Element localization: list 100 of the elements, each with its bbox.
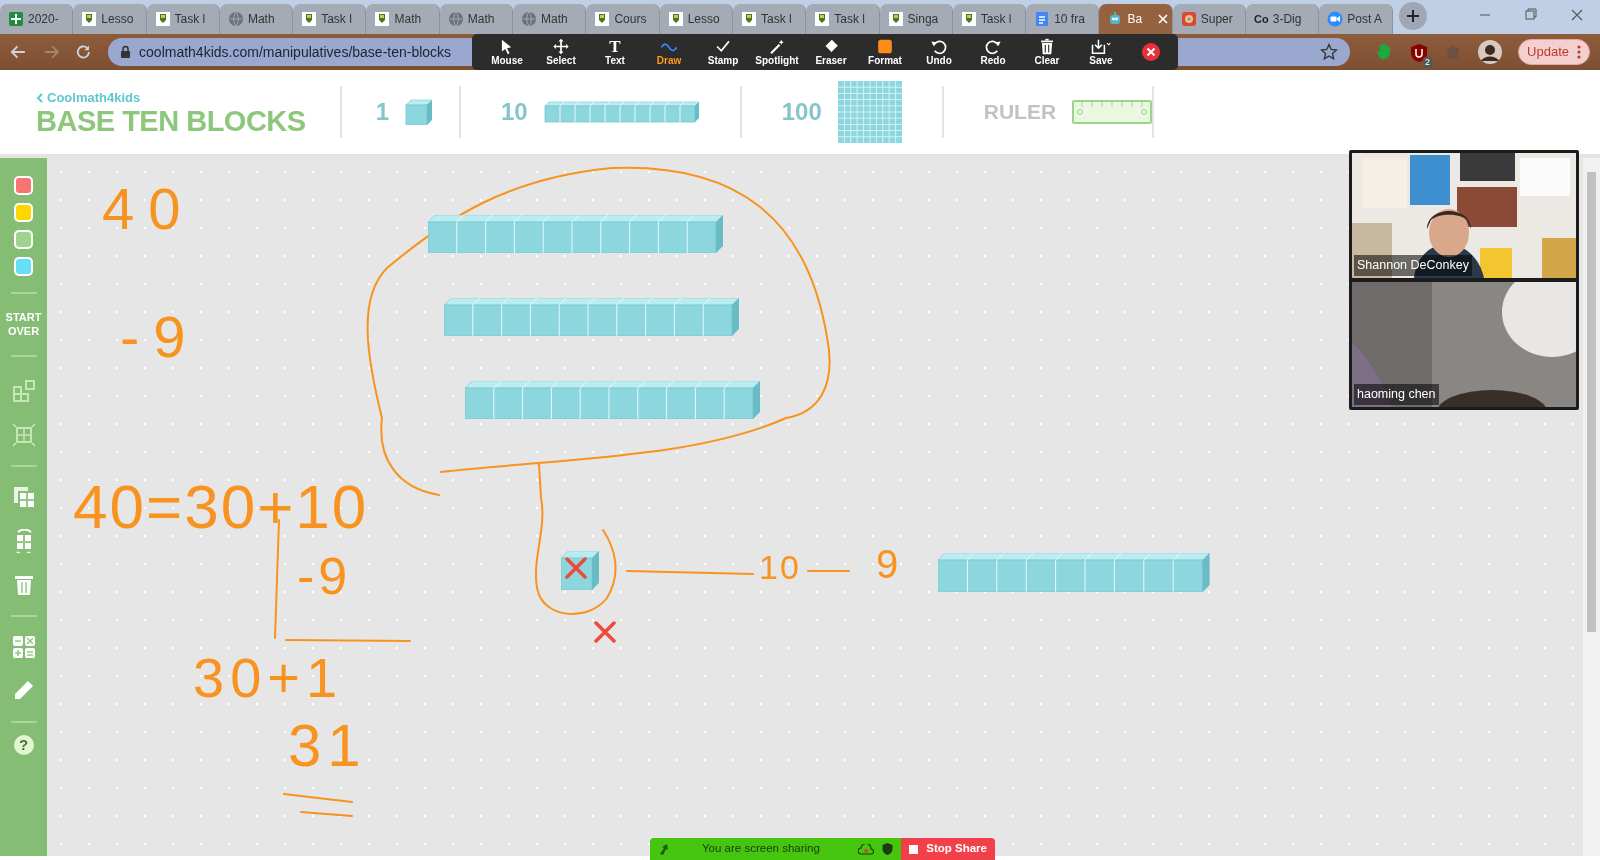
redo-icon <box>983 38 1003 55</box>
browser-tab[interactable]: Math <box>366 4 440 34</box>
toolbar-button[interactable]: Spotlight <box>750 37 804 67</box>
lock-icon <box>120 45 132 59</box>
shield-icon[interactable] <box>1410 42 1429 63</box>
star-icon[interactable] <box>1320 43 1339 61</box>
stop-share-button[interactable]: Stop Share <box>901 838 995 860</box>
browser-tab[interactable]: 2020- <box>0 4 74 34</box>
nine-rod[interactable] <box>938 553 1210 592</box>
undo-icon <box>929 38 949 55</box>
extension-badge: 2 <box>1423 57 1433 68</box>
browser-tab[interactable]: Task l <box>732 4 807 34</box>
color-swatch[interactable] <box>14 257 33 276</box>
handwritten-text: -9 <box>297 550 352 602</box>
handwritten-text: 40=30+10 <box>73 476 369 538</box>
block-label: 10 <box>501 97 528 127</box>
download-icon <box>1089 38 1113 55</box>
unit-cube[interactable] <box>561 551 599 590</box>
browser-tab[interactable]: Super <box>1172 4 1247 34</box>
browser-tab[interactable]: Task l <box>806 4 880 34</box>
spreadsheet-icon <box>8 11 24 27</box>
calculator-icon[interactable] <box>11 634 36 659</box>
close-icon[interactable] <box>1142 43 1160 61</box>
ten-rod[interactable] <box>444 298 740 336</box>
copy-grid-icon[interactable] <box>11 484 36 509</box>
toolbar-button[interactable]: Clear <box>1020 37 1074 67</box>
browser-tab[interactable]: Lesso <box>659 4 733 34</box>
toolbar-button[interactable]: Eraser <box>804 37 858 67</box>
browser-tab[interactable]: Math <box>219 4 294 34</box>
ten-rod-icon[interactable] <box>543 101 700 123</box>
crest-icon <box>667 11 684 27</box>
browser-tab[interactable]: Math <box>439 4 514 34</box>
favicon-text: Co <box>1254 11 1269 27</box>
crest-icon <box>374 11 391 27</box>
ten-rod[interactable] <box>465 381 761 419</box>
crest-icon <box>154 11 171 27</box>
forward-icon[interactable] <box>42 43 60 61</box>
crest-icon <box>960 11 977 27</box>
crest-icon <box>740 11 757 27</box>
cloud-icon[interactable] <box>858 843 875 855</box>
toolbar-button[interactable]: Format <box>858 37 912 67</box>
handwritten-text: -9 <box>120 308 200 366</box>
block-label: RULER <box>983 99 1057 126</box>
browser-tab[interactable]: 10 fra <box>1026 4 1100 34</box>
block-label: 100 <box>781 97 822 127</box>
toolbar-button[interactable]: Redo <box>966 37 1020 67</box>
crest-icon <box>814 11 831 27</box>
kebab-icon <box>1577 45 1581 59</box>
document-icon <box>1034 11 1051 27</box>
crest-icon <box>81 11 98 27</box>
toolbar-button[interactable]: Stamp <box>696 37 750 67</box>
browser-tab[interactable]: Ba <box>1099 4 1173 34</box>
browser-tab[interactable]: Singa <box>879 4 953 34</box>
browser-tab[interactable]: Post A <box>1319 4 1393 34</box>
browser-tab[interactable]: Math <box>513 4 587 34</box>
address-bar[interactable]: coolmath4kids.com/manipulatives/base-ten-blocks <box>108 38 473 66</box>
unit-cube-icon[interactable] <box>405 99 433 125</box>
toolbar-button[interactable]: Undo <box>912 37 966 67</box>
toolbar-button[interactable]: Select <box>534 37 588 67</box>
ten-rod[interactable] <box>428 215 724 253</box>
color-swatch[interactable] <box>14 176 33 195</box>
url-text: coolmath4kids.com/manipulatives/base-ten-blocks <box>139 42 452 62</box>
arrow-icon[interactable] <box>658 843 670 855</box>
handwritten-text: 40 <box>102 180 195 238</box>
ruler-icon[interactable] <box>1072 100 1153 124</box>
sharing-status: You are screen sharing <box>702 841 820 857</box>
blocks-icon[interactable] <box>11 378 36 403</box>
new-tab-button[interactable] <box>1398 2 1427 30</box>
hundred-flat-icon[interactable] <box>837 81 902 143</box>
plus-icon <box>1406 10 1419 22</box>
browser-tab[interactable]: Co 3-Dig <box>1246 4 1320 34</box>
shield-icon[interactable] <box>882 843 894 855</box>
color-swatch[interactable] <box>14 203 33 222</box>
toolbar-button[interactable]: Draw <box>642 37 696 67</box>
toolbar-button[interactable]: Mouse <box>480 37 534 67</box>
avatar-icon[interactable] <box>1478 40 1503 64</box>
crest-icon <box>301 11 318 27</box>
scrollbar[interactable] <box>1583 158 1600 856</box>
browser-tab[interactable]: Task l <box>952 4 1027 34</box>
address-bar-end[interactable] <box>1178 38 1351 66</box>
toolbar-button[interactable]: T Text <box>588 37 642 67</box>
browser-tab[interactable]: Task l <box>146 4 220 34</box>
back-icon[interactable] <box>10 43 27 61</box>
help-button[interactable]: ? <box>13 734 34 755</box>
browser-tab[interactable]: Cours <box>586 4 660 34</box>
grid-collapse-icon[interactable] <box>11 422 36 447</box>
toolbar-button[interactable]: Save <box>1074 37 1128 67</box>
handwritten-text: 31 <box>288 716 367 776</box>
back-chevron-icon[interactable] <box>36 92 43 103</box>
update-button[interactable]: Update <box>1518 39 1590 65</box>
reload-icon[interactable] <box>75 43 93 61</box>
globe-icon <box>447 11 464 27</box>
block-label: 1 <box>375 97 389 127</box>
browser-tab[interactable]: Lesso <box>73 4 147 34</box>
handwritten-text: 30+1 <box>193 650 344 706</box>
handwritten-text: 9 <box>876 544 899 584</box>
browser-tab[interactable]: Task l <box>293 4 367 34</box>
cross-stamp <box>565 557 587 579</box>
color-swatch[interactable] <box>14 230 33 249</box>
app-title: BASE TEN BLOCKS <box>36 107 306 137</box>
